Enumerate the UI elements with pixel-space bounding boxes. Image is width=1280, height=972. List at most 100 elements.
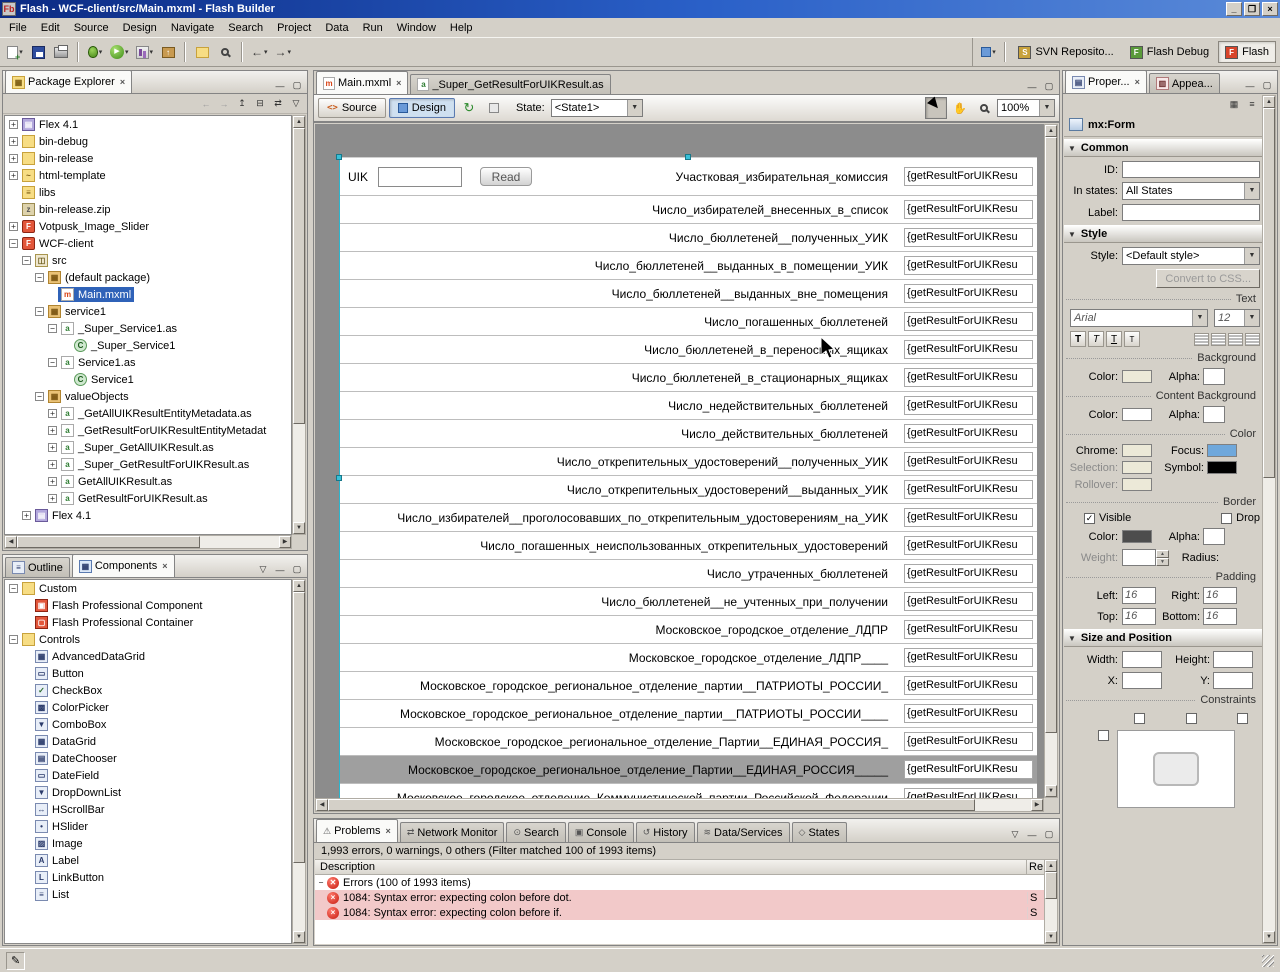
spin-up-icon[interactable]: ▲: [1156, 549, 1169, 558]
tree-item[interactable]: ✓ CheckBox: [5, 682, 291, 699]
package-explorer-vscrollbar[interactable]: ▲ ▼: [292, 115, 306, 535]
expand-icon[interactable]: +: [9, 120, 18, 129]
expand-icon[interactable]: +: [9, 222, 18, 231]
tree-item[interactable]: + a _GetAllUIKResultEntityMetadata.as: [5, 405, 291, 422]
menu-design[interactable]: Design: [116, 20, 164, 36]
binding-value-field[interactable]: {getResultForUIKResu: [904, 452, 1033, 471]
minimize-view-icon[interactable]: —: [1024, 827, 1040, 842]
binding-value-field[interactable]: {getResultForUIKResu: [904, 368, 1033, 387]
form-row[interactable]: Число_бюллетеней__выданных_вне_помещения…: [340, 280, 1037, 308]
form-row[interactable]: Число_избирателей__проголосовавших_по_от…: [340, 504, 1037, 532]
padding-bottom-field[interactable]: 16: [1203, 608, 1237, 625]
perspective-flash-debug[interactable]: F Flash Debug: [1123, 41, 1216, 63]
binding-value-field[interactable]: {getResultForUIKResu: [904, 704, 1033, 723]
section-size-position[interactable]: ▼ Size and Position: [1064, 629, 1262, 647]
tree-item[interactable]: − a _Super_Service1.as: [5, 320, 291, 337]
align-left-button[interactable]: [1194, 332, 1209, 346]
menu-data[interactable]: Data: [318, 20, 355, 36]
minimize-view-icon[interactable]: —: [1242, 78, 1258, 93]
form-item-label[interactable]: Московское_городское_региональное_отделе…: [420, 679, 888, 693]
form-row[interactable]: Число_бюллетеней_в_переносных_ящиках {get…: [340, 336, 1037, 364]
underline-button[interactable]: T: [1106, 331, 1122, 347]
collapse-icon[interactable]: −: [22, 256, 31, 265]
forward-icon[interactable]: →: [216, 96, 232, 111]
scroll-up-icon[interactable]: ▲: [1263, 96, 1275, 108]
scroll-down-icon[interactable]: ▼: [1045, 931, 1057, 943]
content-background-alpha-field[interactable]: [1203, 406, 1225, 423]
tree-item[interactable]: • HSlider: [5, 818, 291, 835]
scroll-up-icon[interactable]: ▲: [293, 116, 305, 128]
form-item-label[interactable]: Число_бюллетеней__выданных_вне_помещения: [612, 287, 888, 301]
column-resource[interactable]: Re: [1027, 860, 1044, 874]
expand-icon[interactable]: +: [48, 443, 57, 452]
zoom-mode-button[interactable]: [973, 97, 995, 119]
form-item-label[interactable]: Число_открепительных_удостоверений__полу…: [557, 455, 888, 469]
form-row[interactable]: Число_избирателей_внесенных_в_список {get…: [340, 196, 1037, 224]
tree-item[interactable]: ▨ Image: [5, 835, 291, 852]
scroll-down-icon[interactable]: ▼: [293, 522, 305, 534]
binding-value-field[interactable]: {getResultForUIKResu: [904, 760, 1033, 779]
constraint-top-center-checkbox[interactable]: [1185, 713, 1197, 724]
collapse-icon[interactable]: −: [35, 307, 44, 316]
new-wizard-button[interactable]: ▾: [4, 41, 26, 63]
form-row[interactable]: Московское_городское_отделение_ЛДПР {getR…: [340, 616, 1037, 644]
form-item-label[interactable]: Число_бюллетеней_в_стационарных_ящиках: [632, 371, 888, 385]
tree-item[interactable]: − Custom: [5, 580, 291, 597]
minimize-editor-icon[interactable]: —: [1024, 79, 1040, 94]
selection-handle[interactable]: [685, 154, 691, 160]
resize-grip-icon[interactable]: [1262, 954, 1274, 967]
tree-item[interactable]: − ◫ src: [5, 252, 291, 269]
properties-vscrollbar[interactable]: ▲ ▼: [1262, 95, 1276, 944]
tab-components[interactable]: ▦ Components ×: [71, 554, 175, 577]
form-item-label[interactable]: Число_погашенных_бюллетеней: [704, 315, 888, 329]
align-right-button[interactable]: [1228, 332, 1243, 346]
form-item-label[interactable]: Московское_городское_отделение_ЛДПР____: [629, 651, 888, 665]
form-row[interactable]: Московское_городское_региональное_отделе…: [340, 728, 1037, 756]
tab-super-getresultforuikresult-as[interactable]: a _Super_GetResultForUIKResult.as: [410, 74, 611, 94]
pan-mode-button[interactable]: ✋: [949, 97, 971, 119]
height-field[interactable]: [1213, 651, 1253, 668]
close-icon[interactable]: ×: [396, 78, 401, 88]
convert-to-css-button[interactable]: Convert to CSS...: [1156, 269, 1260, 288]
menu-project[interactable]: Project: [270, 20, 318, 36]
form-row[interactable]: Число_недействительных_бюллетеней {getRes…: [340, 392, 1037, 420]
tree-item[interactable]: + ~ html-template: [5, 167, 291, 184]
binding-value-field[interactable]: {getResultForUIKResu: [904, 167, 1033, 186]
tree-item[interactable]: − ▦ service1: [5, 303, 291, 320]
scroll-thumb[interactable]: [1045, 137, 1057, 734]
border-color-swatch[interactable]: [1122, 530, 1152, 543]
tab-network-monitor[interactable]: ⇄ Network Monitor: [399, 822, 505, 842]
form-row[interactable]: Московское_городское_региональное_отделе…: [340, 672, 1037, 700]
binding-value-field[interactable]: {getResultForUIKResu: [904, 396, 1033, 415]
form-row[interactable]: Московское_городское_отделение_ЛДПР____ {…: [340, 644, 1037, 672]
scroll-thumb[interactable]: [328, 799, 975, 811]
run-button[interactable]: ▶ ▾: [107, 41, 132, 63]
debug-button[interactable]: ▾: [84, 41, 106, 63]
tab-problems[interactable]: ⚠ Problems ×: [316, 819, 398, 842]
form-item-label[interactable]: Число_действительных_бюллетеней: [681, 427, 888, 441]
focus-color-swatch[interactable]: [1207, 444, 1237, 457]
back-icon[interactable]: ←: [198, 96, 214, 111]
tab-search[interactable]: ⊙ Search: [506, 822, 566, 842]
font-size-select[interactable]: 12 ▼: [1214, 309, 1260, 327]
binding-value-field[interactable]: {getResultForUIKResu: [904, 424, 1033, 443]
save-button[interactable]: [27, 41, 49, 63]
state-select[interactable]: <State1> ▼: [550, 99, 643, 117]
tab-console[interactable]: ▣ Console: [567, 822, 634, 842]
maximize-editor-icon[interactable]: ▢: [1041, 79, 1057, 94]
tab-states[interactable]: ◇ States: [791, 822, 847, 842]
collapse-icon[interactable]: −: [48, 324, 57, 333]
profile-button[interactable]: ▾: [133, 41, 157, 63]
form-item-label[interactable]: Число_избирателей_внесенных_в_список: [652, 203, 888, 217]
in-states-select[interactable]: All States ▼: [1122, 182, 1260, 200]
tree-item[interactable]: ▣ Flash Professional Component: [5, 597, 291, 614]
constraint-top-right-checkbox[interactable]: [1237, 713, 1248, 724]
form-item-label[interactable]: Число_бюллетеней__полученных_УИК: [669, 231, 888, 245]
form-item-label[interactable]: Число_бюллетеней__не_учтенных_при_получе…: [601, 595, 888, 609]
scroll-thumb[interactable]: [1263, 108, 1275, 479]
text-decoration-button[interactable]: T: [1124, 331, 1140, 347]
zoom-select[interactable]: 100% ▼: [997, 99, 1055, 117]
menu-run[interactable]: Run: [356, 20, 390, 36]
section-style[interactable]: ▼ Style: [1064, 225, 1262, 243]
collapse-icon[interactable]: −: [35, 392, 44, 401]
